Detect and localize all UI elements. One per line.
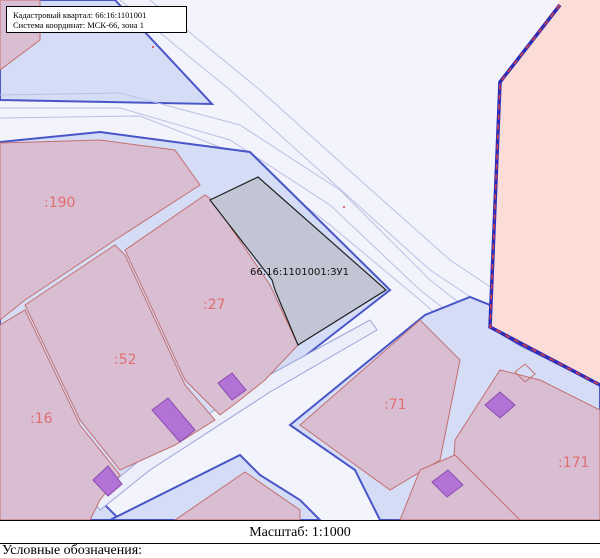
map-canvas: :190 :27 :52 :16 :71 :171 66:16:1101001:…: [0, 0, 600, 520]
label-parcel-171: :171: [558, 455, 589, 471]
label-target-parcel: 66:16:1101001:ЗУ1: [250, 267, 349, 278]
map-scale: Масштаб: 1:1000: [0, 520, 600, 544]
map-info-box: Кадастровый квартал: 66:16:1101001 Систе…: [6, 6, 187, 33]
cadastral-map: :190 :27 :52 :16 :71 :171 66:16:1101001:…: [0, 0, 600, 520]
label-parcel-52: :52: [114, 352, 137, 368]
label-parcel-71: :71: [384, 397, 407, 413]
legend-title: Условные обозначения:: [2, 543, 143, 558]
label-parcel-16: :16: [30, 411, 53, 427]
label-parcel-27: :27: [203, 297, 226, 313]
coordinate-system-text: Система координат: МСК-66, зона 1: [13, 20, 144, 30]
marker-dot: [152, 46, 154, 48]
cadastral-quarter-text: Кадастровый квартал: 66:16:1101001: [13, 10, 147, 20]
label-parcel-190: :190: [44, 195, 75, 211]
marker-dot: [343, 206, 345, 208]
